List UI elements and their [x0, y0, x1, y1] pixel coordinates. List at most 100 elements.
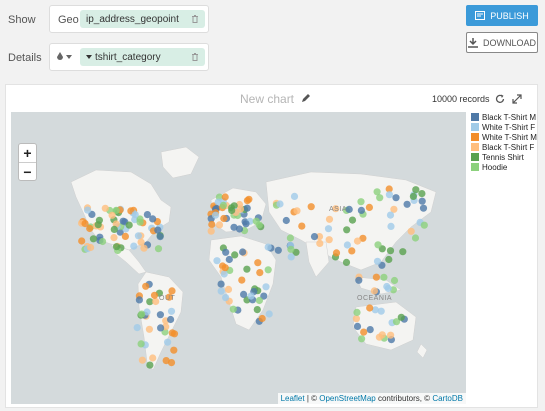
- map-point[interactable]: [253, 306, 261, 314]
- map-point[interactable]: [84, 206, 92, 214]
- map-point[interactable]: [373, 257, 382, 265]
- map-point[interactable]: [365, 203, 373, 211]
- map-point[interactable]: [164, 338, 172, 346]
- map-point[interactable]: [254, 259, 262, 267]
- map-point[interactable]: [156, 311, 164, 319]
- map-point[interactable]: [137, 340, 145, 348]
- map-point[interactable]: [133, 324, 141, 332]
- map-point[interactable]: [150, 291, 159, 299]
- map-point[interactable]: [130, 242, 138, 250]
- map-point[interactable]: [229, 305, 237, 313]
- map-point[interactable]: [224, 285, 233, 293]
- legend-item[interactable]: Black T-Shirt F: [471, 142, 537, 152]
- map-point[interactable]: [353, 322, 362, 330]
- map-point[interactable]: [125, 221, 133, 229]
- map-point[interactable]: [325, 215, 334, 223]
- map-point[interactable]: [230, 223, 238, 231]
- legend-item[interactable]: White T-Shirt M: [471, 132, 537, 142]
- map-point[interactable]: [409, 192, 417, 200]
- map-point[interactable]: [222, 294, 230, 302]
- map-point[interactable]: [307, 203, 315, 211]
- map-point[interactable]: [265, 310, 273, 318]
- map-point[interactable]: [149, 354, 157, 362]
- map-point[interactable]: [136, 218, 144, 226]
- legend-item[interactable]: Black T-Shirt M: [471, 112, 537, 122]
- map-point[interactable]: [418, 197, 426, 205]
- map-point[interactable]: [121, 232, 129, 240]
- map-point[interactable]: [387, 222, 395, 230]
- map-point[interactable]: [399, 248, 407, 256]
- map-point[interactable]: [87, 243, 95, 252]
- map-point[interactable]: [274, 246, 282, 254]
- map-point[interactable]: [215, 221, 224, 229]
- map-point[interactable]: [373, 188, 381, 196]
- map-point[interactable]: [366, 326, 374, 334]
- map-point[interactable]: [108, 211, 116, 219]
- map-point[interactable]: [170, 346, 178, 354]
- map-point[interactable]: [168, 287, 176, 295]
- map-point[interactable]: [258, 314, 266, 323]
- map-point[interactable]: [397, 313, 405, 321]
- map-point[interactable]: [264, 243, 272, 251]
- download-button[interactable]: DOWNLOAD: [466, 32, 538, 53]
- map-point[interactable]: [110, 225, 118, 233]
- map-point[interactable]: [154, 245, 163, 253]
- trash-icon[interactable]: [191, 53, 199, 62]
- map-point[interactable]: [332, 249, 341, 257]
- publish-button[interactable]: PUBLISH: [466, 5, 538, 26]
- map-point[interactable]: [252, 217, 260, 225]
- map-point[interactable]: [137, 238, 145, 246]
- map-point[interactable]: [138, 356, 146, 364]
- map-point[interactable]: [343, 226, 351, 234]
- map-point[interactable]: [360, 328, 368, 336]
- map-point[interactable]: [262, 283, 270, 291]
- map-point[interactable]: [110, 234, 118, 242]
- map-point[interactable]: [95, 216, 103, 224]
- map-point[interactable]: [383, 282, 391, 291]
- map-point[interactable]: [290, 192, 299, 200]
- map-point[interactable]: [325, 236, 333, 244]
- map-point[interactable]: [287, 253, 295, 261]
- map-point[interactable]: [170, 330, 179, 338]
- map-point[interactable]: [142, 282, 150, 290]
- map-point[interactable]: [243, 204, 251, 212]
- zoom-out-button[interactable]: −: [19, 162, 36, 180]
- map-point[interactable]: [78, 237, 86, 245]
- map-point[interactable]: [112, 243, 121, 251]
- map-point[interactable]: [221, 193, 229, 201]
- map-point[interactable]: [243, 265, 251, 273]
- map-point[interactable]: [207, 227, 215, 235]
- map-point[interactable]: [276, 200, 284, 208]
- map-point[interactable]: [135, 296, 143, 304]
- map-point[interactable]: [407, 227, 415, 235]
- map-point[interactable]: [390, 276, 399, 285]
- map-point[interactable]: [385, 255, 393, 264]
- osm-link[interactable]: OpenStreetMap: [319, 394, 375, 403]
- map-point[interactable]: [208, 220, 216, 229]
- map-point[interactable]: [222, 248, 230, 256]
- map-point[interactable]: [219, 201, 227, 209]
- details-field-pill[interactable]: tshirt_category: [80, 48, 205, 66]
- legend-item[interactable]: Tennis Shirt: [471, 152, 537, 162]
- refresh-icon[interactable]: [495, 94, 505, 104]
- map-point[interactable]: [282, 216, 290, 225]
- map-point[interactable]: [134, 232, 142, 240]
- map-point[interactable]: [392, 194, 400, 202]
- map-point[interactable]: [420, 221, 428, 229]
- map-point[interactable]: [358, 335, 366, 343]
- map-point[interactable]: [357, 206, 365, 214]
- trash-icon[interactable]: [191, 15, 199, 24]
- map-point[interactable]: [355, 276, 363, 284]
- map-point[interactable]: [370, 287, 378, 295]
- map-point[interactable]: [411, 234, 420, 242]
- map-point[interactable]: [324, 225, 333, 233]
- map-point[interactable]: [162, 357, 170, 365]
- geo-field-pill[interactable]: ip_address_geopoint: [80, 10, 205, 28]
- map-point[interactable]: [167, 307, 176, 315]
- legend-item[interactable]: White T-Shirt F: [471, 122, 537, 132]
- map-point[interactable]: [386, 211, 395, 219]
- map-point[interactable]: [366, 304, 374, 312]
- map-point[interactable]: [221, 264, 229, 272]
- map-point[interactable]: [242, 220, 250, 228]
- map-point[interactable]: [167, 315, 175, 324]
